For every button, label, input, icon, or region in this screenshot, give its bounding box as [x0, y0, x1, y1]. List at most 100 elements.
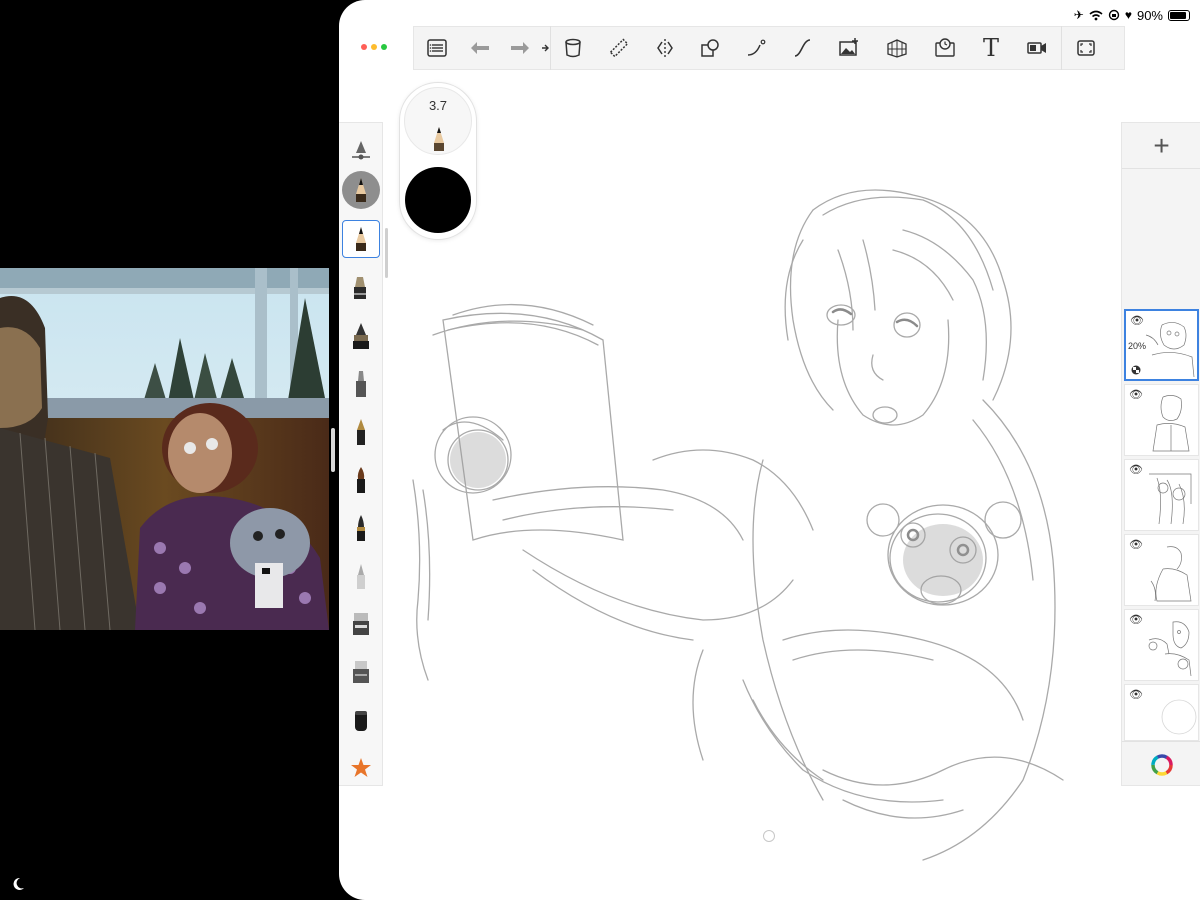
- battery-fill: [1170, 11, 1187, 19]
- reference-pane: [0, 0, 329, 900]
- undo-icon: [471, 42, 489, 54]
- marker-button[interactable]: [342, 269, 380, 307]
- fullscreen-button[interactable]: [1062, 26, 1110, 70]
- favorite-star-button[interactable]: [342, 749, 380, 787]
- reference-image[interactable]: [0, 268, 329, 630]
- smudge-button[interactable]: [342, 701, 380, 739]
- battery-icon: [1168, 9, 1190, 21]
- layer-item[interactable]: 👁: [1124, 684, 1199, 741]
- symmetry-icon: [657, 39, 673, 57]
- curve-button[interactable]: [733, 26, 781, 70]
- layer-thumbnail: [1152, 395, 1190, 452]
- airbrush-button[interactable]: [342, 557, 380, 595]
- fullscreen-icon: [1077, 40, 1095, 56]
- pencil-round-icon: [356, 178, 366, 202]
- layer-item[interactable]: 👁: [1124, 459, 1199, 531]
- more-arrow-icon: [542, 44, 549, 52]
- airbrush-icon: [357, 564, 365, 589]
- felt-pen-icon: [356, 371, 366, 397]
- main-toolbar: T: [413, 26, 1125, 70]
- layer-item[interactable]: 👁: [1124, 384, 1199, 456]
- heart-icon: ♥: [1124, 8, 1132, 22]
- symmetry-button[interactable]: [643, 26, 687, 70]
- eye-icon[interactable]: 👁: [1129, 538, 1143, 551]
- eraser-icon: [353, 613, 369, 635]
- video-icon: [1027, 42, 1046, 54]
- ink-pen-icon: [353, 323, 369, 349]
- brush-library-panel: [339, 122, 383, 786]
- gallery-button[interactable]: [414, 26, 460, 70]
- favorite-star-icon: [351, 758, 371, 777]
- shapes-icon: [701, 39, 719, 57]
- pencil-icon: [356, 227, 366, 251]
- gallery-icon: [427, 39, 447, 57]
- image-icon: [839, 38, 858, 56]
- airplane-icon: ✈: [1073, 8, 1084, 22]
- window-controls[interactable]: [361, 38, 393, 56]
- redo-icon: [511, 42, 529, 54]
- ink-pen-button[interactable]: [342, 317, 380, 355]
- eye-icon[interactable]: 👁: [1129, 613, 1143, 626]
- window-dot-minimize[interactable]: [371, 44, 377, 50]
- canvas-anchor-dot[interactable]: [763, 830, 775, 842]
- perspective-icon: [887, 39, 907, 58]
- blender-icon: [353, 661, 369, 683]
- brush-settings-button[interactable]: [342, 131, 380, 169]
- fountain-pen-icon: [357, 419, 365, 445]
- eye-icon[interactable]: 👁: [1129, 688, 1143, 701]
- layer-thumbnail: [1161, 699, 1197, 735]
- layer-thumbnail: [1145, 322, 1195, 378]
- stroke-icon: [794, 39, 811, 57]
- layer-item[interactable]: 👁 20%: [1124, 309, 1199, 381]
- shapes-button[interactable]: [687, 26, 733, 70]
- marker-icon: [354, 277, 366, 299]
- paint-brush-icon: [357, 467, 365, 493]
- undo-button[interactable]: [460, 26, 500, 70]
- status-bar: ✈ ♥ 90%: [1074, 6, 1190, 24]
- drawing-canvas[interactable]: [383, 80, 1119, 900]
- image-button[interactable]: [825, 26, 873, 70]
- add-layer-button[interactable]: +: [1122, 123, 1200, 169]
- battery-percent: 90%: [1136, 7, 1163, 23]
- window-dot-close[interactable]: [361, 44, 367, 50]
- more-button[interactable]: [540, 26, 550, 70]
- color-wheel-icon: [1150, 753, 1173, 776]
- smudge-icon: [355, 711, 367, 731]
- stroke-button[interactable]: [781, 26, 825, 70]
- perspective-button[interactable]: [873, 26, 921, 70]
- layers-panel: + 👁 20% 👁 👁 👁 👁 👁: [1121, 122, 1200, 786]
- timelapse-icon: [935, 38, 955, 57]
- eye-icon[interactable]: 👁: [1129, 388, 1143, 401]
- curve-icon: [747, 39, 766, 56]
- layer-item[interactable]: 👁: [1124, 534, 1199, 606]
- video-button[interactable]: [1013, 26, 1061, 70]
- eye-icon[interactable]: 👁: [1130, 314, 1144, 327]
- redo-button[interactable]: [500, 26, 540, 70]
- layer-item[interactable]: 👁: [1124, 609, 1199, 681]
- screen: ✈ ♥ 90% T 3.7 + 👁 20% 👁 👁 👁 👁 👁: [0, 0, 1200, 900]
- ruler-button[interactable]: [595, 26, 643, 70]
- eraser-button[interactable]: [342, 605, 380, 643]
- window-dot-zoom[interactable]: [381, 44, 387, 50]
- blender-button[interactable]: [342, 653, 380, 691]
- pencil-round-button[interactable]: [342, 171, 380, 209]
- bucket-button[interactable]: [551, 26, 595, 70]
- brush-settings-icon: [352, 141, 370, 160]
- brush-pen-button[interactable]: [342, 509, 380, 547]
- color-picker-button[interactable]: [1122, 741, 1200, 787]
- layer-thumbnail: [1149, 473, 1192, 525]
- wifi-icon: [1089, 10, 1103, 20]
- bucket-icon: [565, 38, 581, 58]
- felt-pen-button[interactable]: [342, 365, 380, 403]
- drawing-app-window: ✈ ♥ 90% T 3.7 + 👁 20% 👁 👁 👁 👁 👁: [339, 0, 1200, 900]
- pencil-button[interactable]: [342, 220, 380, 258]
- layer-thumbnail: [1150, 546, 1192, 602]
- timelapse-button[interactable]: [921, 26, 969, 70]
- eye-icon[interactable]: 👁: [1129, 463, 1143, 476]
- layer-thumbnail: [1148, 621, 1192, 677]
- blend-mode-icon[interactable]: [1131, 365, 1141, 375]
- text-tool-button[interactable]: T: [969, 26, 1013, 70]
- paint-brush-button[interactable]: [342, 461, 380, 499]
- split-view-handle[interactable]: [331, 428, 335, 472]
- fountain-pen-button[interactable]: [342, 413, 380, 451]
